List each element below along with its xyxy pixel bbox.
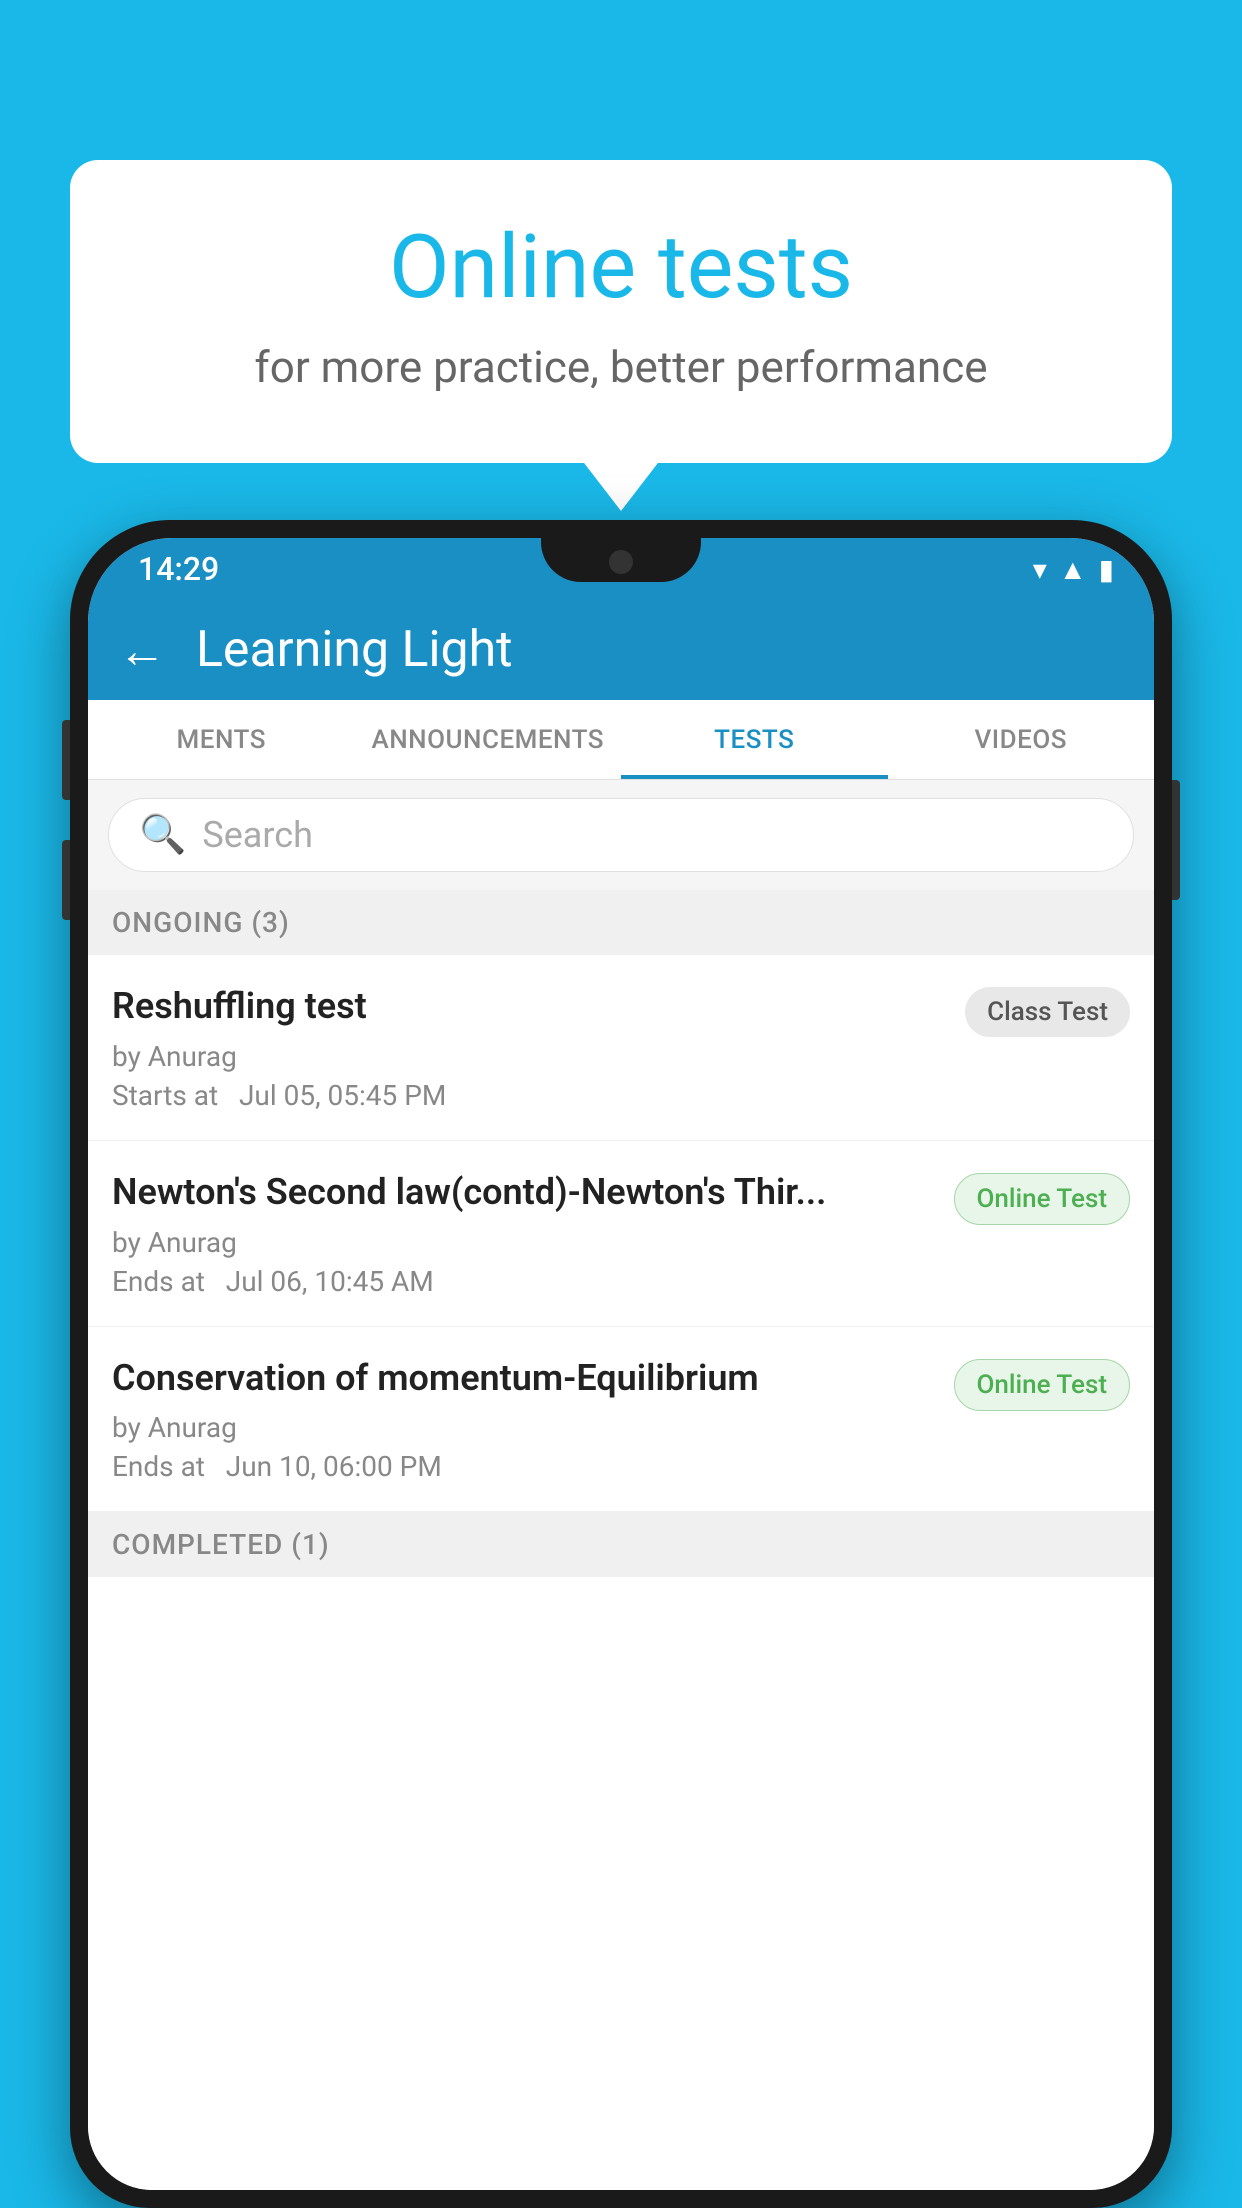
test-time-2: Ends at Jul 06, 10:45 AM	[112, 1265, 934, 1298]
app-header: ← Learning Light	[88, 600, 1154, 700]
tab-videos[interactable]: VIDEOS	[888, 700, 1155, 779]
search-bar[interactable]: 🔍 Search	[108, 798, 1134, 872]
test-by-3: by Anurag	[112, 1411, 934, 1444]
test-item-2[interactable]: Newton's Second law(contd)-Newton's Thir…	[88, 1141, 1154, 1327]
tab-tests[interactable]: TESTS	[621, 700, 888, 779]
speech-bubble: Online tests for more practice, better p…	[70, 160, 1172, 463]
completed-section-header: COMPLETED (1)	[88, 1512, 1154, 1577]
status-time: 14:29	[138, 550, 219, 588]
phone-screen: 14:29 ▾ ▲ ▮ ← Learning Light MENTS ANNOU…	[88, 538, 1154, 2190]
tab-announcements[interactable]: ANNOUNCEMENTS	[355, 700, 622, 779]
phone-notch	[541, 538, 701, 582]
tab-ments-label: MENTS	[177, 725, 266, 755]
test-info-3: Conservation of momentum-Equilibrium by …	[112, 1355, 954, 1484]
test-name-1: Reshuffling test	[112, 983, 945, 1030]
app-title: Learning Light	[196, 621, 513, 679]
test-badge-2: Online Test	[954, 1173, 1131, 1225]
wifi-icon: ▾	[1033, 553, 1047, 586]
speech-bubble-container: Online tests for more practice, better p…	[70, 160, 1172, 463]
search-placeholder: Search	[202, 814, 313, 856]
test-info-2: Newton's Second law(contd)-Newton's Thir…	[112, 1169, 954, 1298]
power-button	[1172, 780, 1180, 900]
bubble-title: Online tests	[150, 220, 1092, 317]
search-container: 🔍 Search	[88, 780, 1154, 890]
bubble-subtitle: for more practice, better performance	[150, 341, 1092, 393]
test-item-3[interactable]: Conservation of momentum-Equilibrium by …	[88, 1327, 1154, 1513]
volume-up-button	[62, 720, 70, 800]
phone-frame: 14:29 ▾ ▲ ▮ ← Learning Light MENTS ANNOU…	[70, 520, 1172, 2208]
tabs-bar: MENTS ANNOUNCEMENTS TESTS VIDEOS	[88, 700, 1154, 780]
test-item-1[interactable]: Reshuffling test by Anurag Starts at Jul…	[88, 955, 1154, 1141]
back-button[interactable]: ←	[118, 622, 166, 679]
test-name-3: Conservation of momentum-Equilibrium	[112, 1355, 934, 1402]
tab-ments[interactable]: MENTS	[88, 700, 355, 779]
test-badge-3: Online Test	[954, 1359, 1131, 1411]
test-badge-1: Class Test	[965, 987, 1130, 1037]
ongoing-section-header: ONGOING (3)	[88, 890, 1154, 955]
tab-tests-label: TESTS	[714, 725, 794, 755]
volume-down-button	[62, 840, 70, 920]
status-icons: ▾ ▲ ▮	[1033, 553, 1114, 586]
test-by-1: by Anurag	[112, 1040, 945, 1073]
tab-announcements-label: ANNOUNCEMENTS	[371, 725, 604, 755]
test-time-1: Starts at Jul 05, 05:45 PM	[112, 1079, 945, 1112]
search-icon: 🔍	[139, 813, 186, 857]
battery-icon: ▮	[1099, 553, 1114, 586]
test-list: Reshuffling test by Anurag Starts at Jul…	[88, 955, 1154, 2190]
test-name-2: Newton's Second law(contd)-Newton's Thir…	[112, 1169, 934, 1216]
test-info-1: Reshuffling test by Anurag Starts at Jul…	[112, 983, 965, 1112]
test-by-2: by Anurag	[112, 1226, 934, 1259]
test-time-3: Ends at Jun 10, 06:00 PM	[112, 1450, 934, 1483]
signal-icon: ▲	[1059, 553, 1087, 586]
front-camera	[609, 550, 633, 574]
tab-videos-label: VIDEOS	[975, 725, 1067, 755]
